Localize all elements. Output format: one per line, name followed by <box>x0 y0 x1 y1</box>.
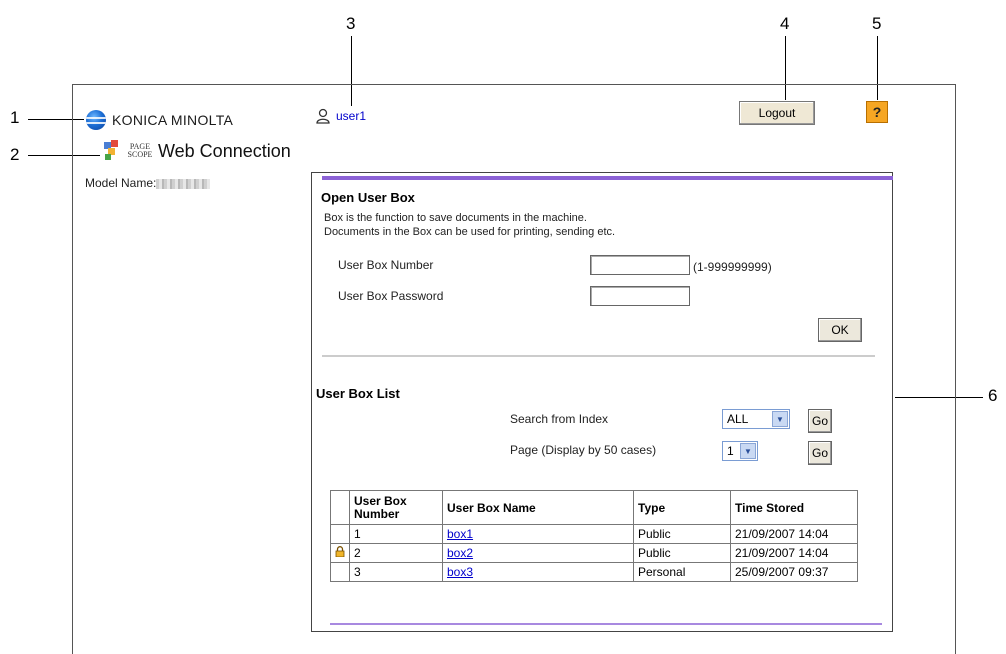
search-from-index-label: Search from Index <box>510 412 609 426</box>
chevron-down-icon: ▼ <box>772 411 788 427</box>
model-name: Model Name: <box>85 176 211 190</box>
user-icon <box>316 108 330 124</box>
user-name-link[interactable]: user1 <box>336 109 366 123</box>
open-box-description-line2: Documents in the Box can be used for pri… <box>324 226 616 238</box>
lock-icon <box>335 546 345 557</box>
box-time-cell: 21/09/2007 14:04 <box>730 543 858 563</box>
column-header-type: Type <box>633 490 731 525</box>
ok-button[interactable]: OK <box>818 318 862 342</box>
panel-top-accent-bar <box>322 176 893 180</box>
user-box-password-label: User Box Password <box>338 289 444 303</box>
table-header-row: User Box Number User Box Name Type Time … <box>330 490 858 525</box>
search-go-button[interactable]: Go <box>808 409 832 433</box>
section-divider <box>322 355 875 357</box>
pagescope-wordmark: PAGE SCOPE <box>127 142 153 159</box>
box-number-cell: 1 <box>349 524 443 544</box>
web-connection-logo: PAGE SCOPE Web Connection <box>104 140 291 162</box>
box-name-cell: box1 <box>442 524 634 544</box>
user-box-table: User Box Number User Box Name Type Time … <box>330 490 858 582</box>
callout-6: 6 <box>988 386 998 405</box>
box-name-link[interactable]: box3 <box>447 565 473 579</box>
table-row[interactable]: 3 box3 Personal 25/09/2007 09:37 <box>330 562 858 582</box>
box-name-cell: box2 <box>442 543 634 563</box>
globe-icon <box>86 110 106 130</box>
callout-2: 2 <box>10 145 20 164</box>
help-icon: ? <box>872 104 882 120</box>
user-box-number-range: (1-999999999) <box>693 260 772 274</box>
column-header-number: User Box Number <box>349 490 443 525</box>
callout-1: 1 <box>10 108 20 127</box>
brand-name: KONICA MINOLTA <box>112 112 234 128</box>
panel-bottom-accent-bar <box>330 623 882 625</box>
callout-4: 4 <box>780 14 790 33</box>
pagescope-icon <box>104 140 118 160</box>
table-row[interactable]: 1 box1 Public 21/09/2007 14:04 <box>330 524 858 544</box>
callout-5: 5 <box>872 14 882 33</box>
model-name-value-redacted <box>156 178 211 189</box>
page-go-button[interactable]: Go <box>808 441 832 465</box>
box-time-cell: 21/09/2007 14:04 <box>730 524 858 544</box>
page-display-label: Page (Display by 50 cases) <box>510 443 657 457</box>
help-button[interactable]: ? <box>866 101 888 123</box>
user-box-number-input[interactable] <box>590 255 690 275</box>
box-type-cell: Personal <box>633 562 731 582</box>
product-name: Web Connection <box>158 140 291 161</box>
search-index-selected: ALL <box>727 412 749 426</box>
column-header-time: Time Stored <box>730 490 858 525</box>
box-number-cell: 2 <box>349 543 443 563</box>
table-row[interactable]: 2 box2 Public 21/09/2007 14:04 <box>330 543 858 563</box>
konica-minolta-logo: KONICA MINOLTA <box>86 110 233 130</box>
column-header-name: User Box Name <box>442 490 634 525</box>
box-name-link[interactable]: box1 <box>447 527 473 541</box>
chevron-down-icon: ▼ <box>740 443 756 459</box>
user-box-number-label: User Box Number <box>338 258 434 272</box>
page-selected: 1 <box>727 444 734 458</box>
box-name-link[interactable]: box2 <box>447 546 473 560</box>
callout-3: 3 <box>346 14 356 33</box>
box-time-cell: 25/09/2007 09:37 <box>730 562 858 582</box>
lock-cell <box>330 524 350 544</box>
lock-cell <box>330 543 350 563</box>
open-box-description-line1: Box is the function to save documents in… <box>324 212 587 224</box>
box-name-cell: box3 <box>442 562 634 582</box>
search-index-select[interactable]: ALL ▼ <box>722 409 790 429</box>
open-user-box-title: Open User Box <box>321 190 415 205</box>
page-select[interactable]: 1 ▼ <box>722 441 758 461</box>
box-type-cell: Public <box>633 524 731 544</box>
user-box-password-input[interactable] <box>590 286 690 306</box>
box-type-cell: Public <box>633 543 731 563</box>
logout-button[interactable]: Logout <box>739 101 815 125</box>
lock-column-header <box>330 490 350 525</box>
box-number-cell: 3 <box>349 562 443 582</box>
lock-cell <box>330 562 350 582</box>
model-name-label: Model Name: <box>85 176 157 190</box>
user-box-list-title: User Box List <box>316 386 400 401</box>
